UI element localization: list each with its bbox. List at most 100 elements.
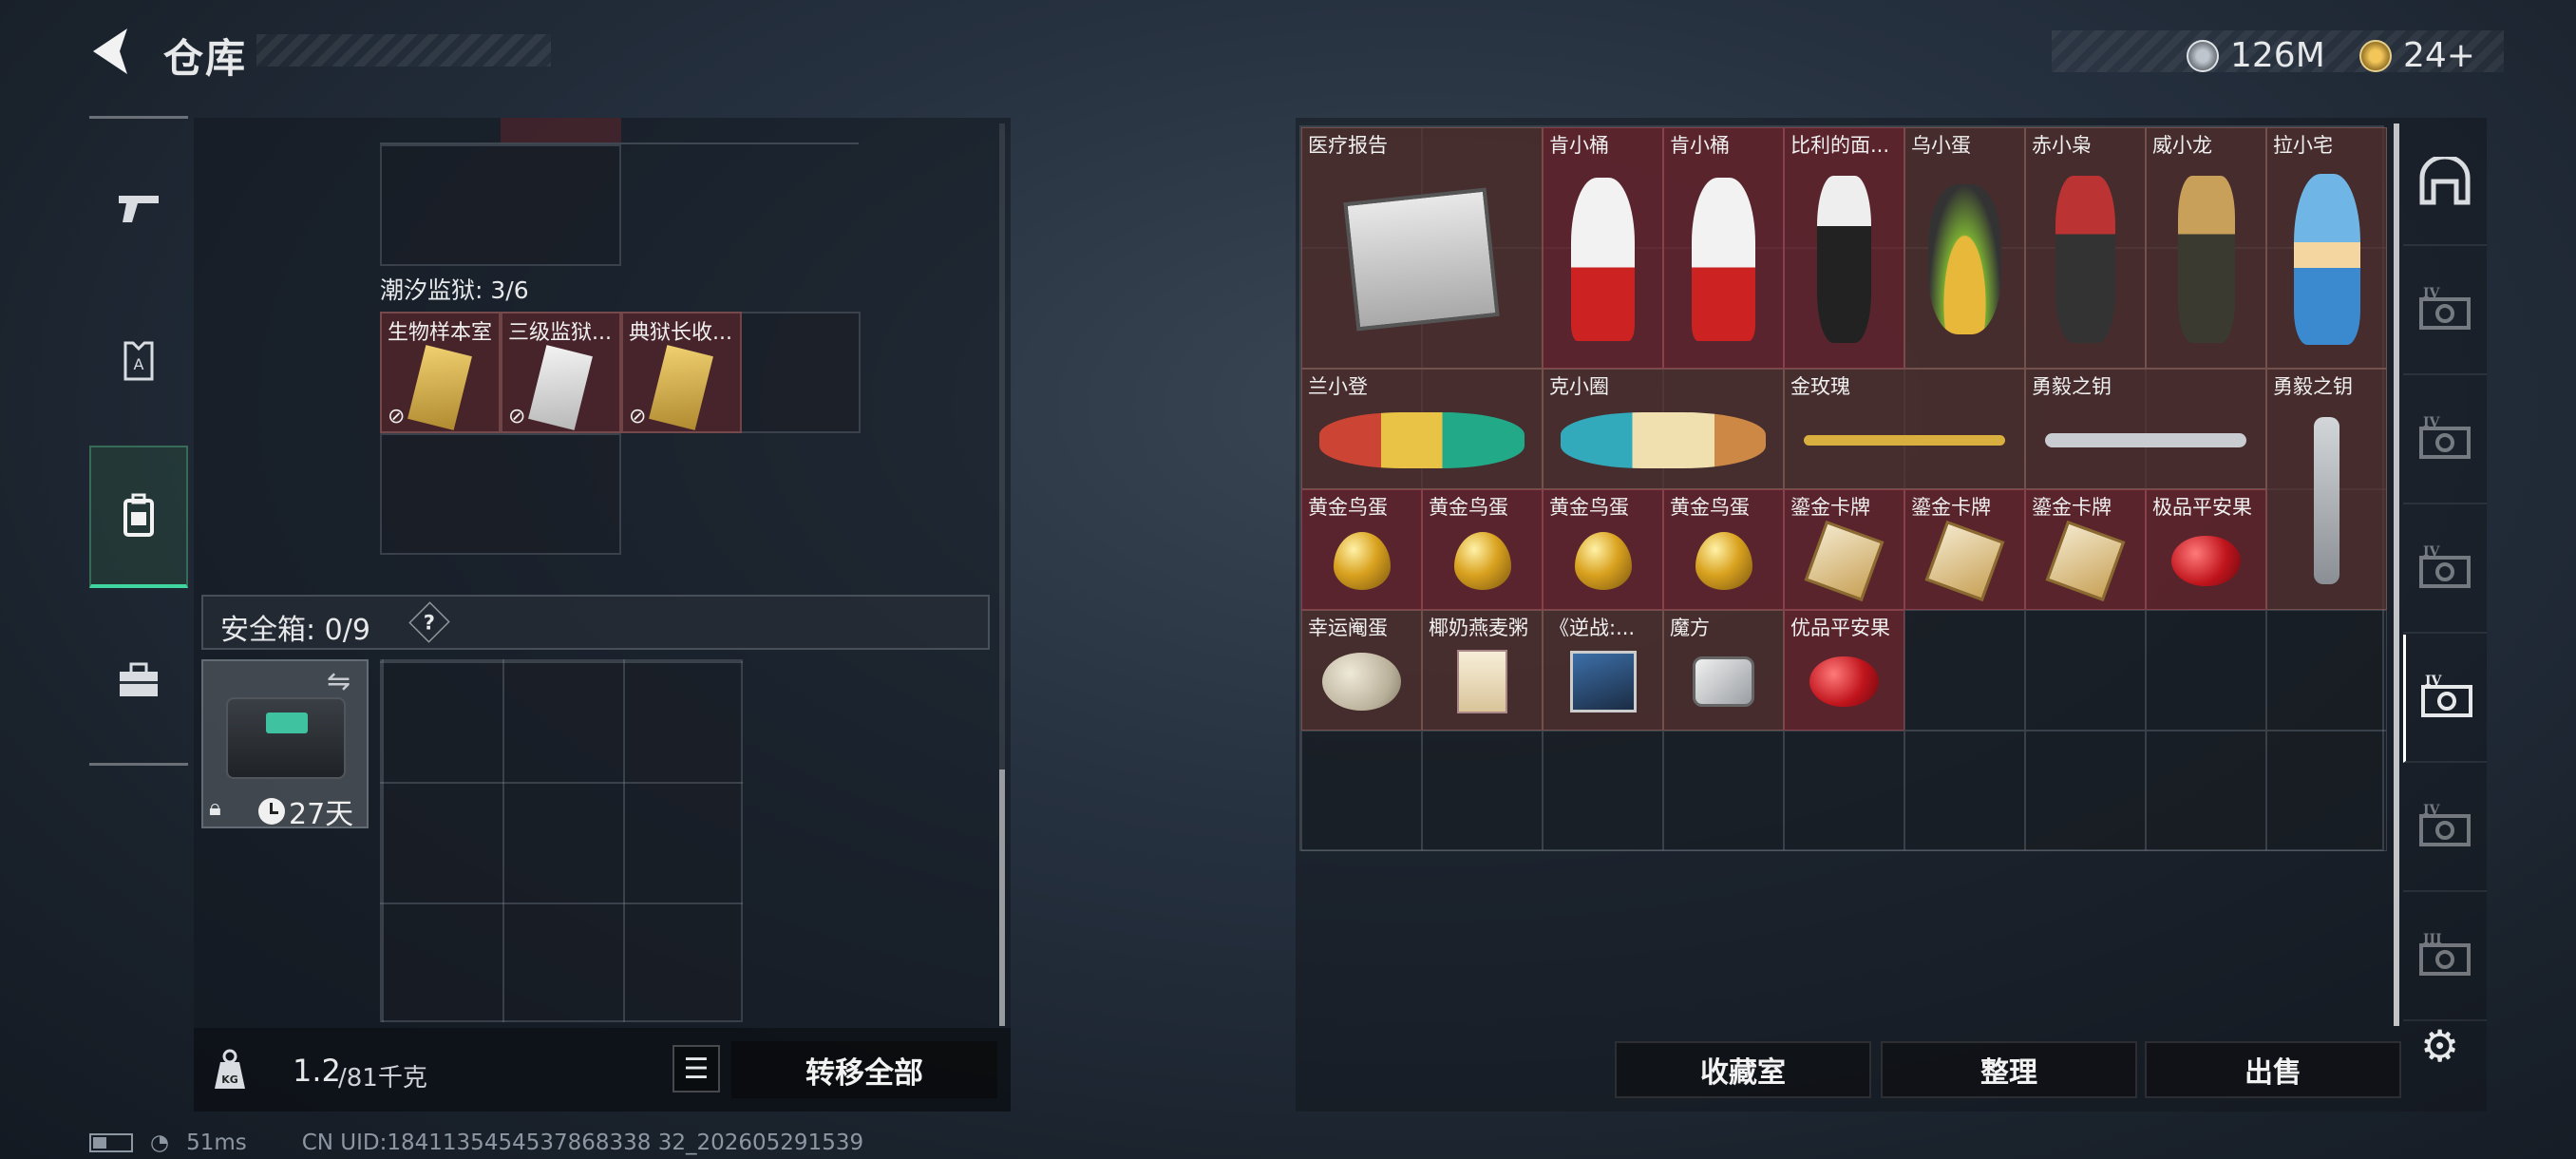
grid-slot[interactable] [380,144,621,266]
page-title: 仓库 [163,35,248,82]
nav-tools[interactable] [89,609,188,751]
storage-item[interactable]: 黄金鸟蛋 [1663,489,1784,610]
tab-card-tier[interactable]: IV [2403,764,2487,892]
storage-slot[interactable] [2025,731,2146,851]
item-image [1785,517,1904,605]
storage-slot[interactable] [1422,731,1543,851]
storage-item[interactable]: 《逆战:... [1543,610,1663,731]
tab-card-tier[interactable]: IV [2403,635,2487,763]
storage-slot[interactable] [1301,731,1422,851]
svg-text:IV: IV [2423,286,2441,301]
tab-card-tier[interactable]: IV [2403,247,2487,375]
svg-text:IV: IV [2425,674,2443,689]
storage-item[interactable]: 比利的面... [1784,127,1904,369]
back-button[interactable] [85,23,141,80]
storage-item[interactable]: 勇毅之钥 [2266,369,2387,610]
storage-item[interactable]: 鎏金卡牌 [1784,489,1904,610]
storage-slot[interactable] [1543,731,1663,851]
settings-button[interactable]: ⚙ [2420,1020,2459,1072]
storage-slot[interactable] [1904,731,2025,851]
storage-item[interactable]: 克小圈 [1543,369,1784,489]
coin-value: 126M [2230,36,2325,75]
storage-slot[interactable] [1663,731,1784,851]
nav-weapons[interactable] [89,136,188,278]
storage-item[interactable]: 鎏金卡牌 [2025,489,2146,610]
svg-text:IV: IV [2423,803,2441,818]
safe-box-header: 安全箱: 0/9 ? [201,595,990,650]
no-trade-icon: ⊘ [388,405,406,428]
scrollbar-thumb[interactable] [999,770,1005,1026]
keycard-item[interactable]: 生物样本室 ⊘ [380,312,501,433]
storage-item[interactable]: 赤小枭 [2025,127,2146,369]
ping-text: 51ms [186,1130,247,1155]
storage-slot[interactable] [2025,610,2146,731]
nav-backpack[interactable] [89,446,188,588]
top-row-partial [380,118,859,144]
storage-slot[interactable] [2266,731,2387,851]
triangle-coin-icon [2359,39,2392,72]
storage-item[interactable]: 兰小登 [1301,369,1543,489]
storage-item[interactable]: 威小龙 [2146,127,2266,369]
storage-item[interactable]: 勇毅之钥 [2025,369,2266,489]
swap-icon[interactable]: ⇋ [327,665,350,698]
storage-item[interactable]: 医疗报告 [1301,127,1543,369]
status-bar: ◔ 51ms CN UID:1841135454537868338 32_202… [89,1130,863,1155]
sell-button[interactable]: 出售 [2145,1041,2401,1098]
tab-shelter[interactable] [2403,118,2487,246]
item-image [1785,155,1904,364]
storage-item[interactable]: 拉小宅 [2266,127,2387,369]
storage-item[interactable]: 幸运阉蛋 [1301,610,1422,731]
grid-slot[interactable] [380,433,621,555]
keycard-item[interactable]: 三级监狱... ⊘ [501,312,621,433]
keycard-image [649,345,713,430]
storage-item[interactable]: 黄金鸟蛋 [1543,489,1663,610]
storage-item[interactable]: 鎏金卡牌 [1904,489,2025,610]
item-image [1664,155,1783,364]
storage-slot[interactable] [2146,731,2266,851]
storage-item[interactable]: 金玫瑰 [1784,369,2025,489]
safe-box-grid[interactable] [380,659,743,1022]
storage-scrollbar[interactable] [2394,124,2399,1026]
item-image [1302,396,1542,484]
storage-scrollbar-thumb[interactable] [2394,124,2399,1026]
storage-item[interactable]: 椰奶燕麦粥 [1422,610,1543,731]
backpack-footer: KG 1.2 /81千克 ☰ 转移全部 [194,1028,1011,1112]
transfer-all-button[interactable]: 转移全部 [731,1041,997,1098]
storage-item[interactable]: 黄金鸟蛋 [1301,489,1422,610]
card-tier-4-icon: IV [2420,674,2472,717]
sort-button[interactable]: 整理 [1881,1041,2137,1098]
keycard-item[interactable]: 典狱长收... ⊘ [621,312,742,433]
list-view-button[interactable]: ☰ [672,1045,720,1092]
storage-slot[interactable] [2146,610,2266,731]
storage-slot[interactable] [2266,610,2387,731]
storage-item[interactable]: 极品平安果 [2146,489,2266,610]
safe-box-slot[interactable]: ⇋ 🔒︎ 27天 [201,659,369,831]
tab-card-tier[interactable]: IV [2403,505,2487,634]
storage-item[interactable]: 乌小蛋 [1904,127,2025,369]
item-image [2147,517,2265,605]
card-tier-4-icon: IV [2419,415,2471,459]
list-icon: ☰ [683,1052,710,1086]
triangle-coin-value: 24+ [2403,36,2475,75]
tab-card-tier[interactable]: IV [2403,376,2487,504]
item-image [2026,396,2265,484]
storage-item[interactable]: 肯小桶 [1663,127,1784,369]
nav-armor[interactable]: A [89,290,188,432]
storage-item[interactable]: 黄金鸟蛋 [1422,489,1543,610]
uid-text: CN UID:1841135454537868338 32_2026052915… [301,1130,864,1155]
card-tier-4-icon: IV [2419,286,2471,330]
lock-icon: 🔒︎ [209,794,221,821]
no-trade-icon: ⊘ [508,405,526,428]
storage-item[interactable]: 魔方 [1663,610,1784,731]
svg-text:III: III [2423,932,2442,947]
help-button[interactable]: ? [408,601,450,643]
tab-card-tier[interactable]: III [2403,893,2487,1021]
item-image [1664,517,1783,605]
storage-item[interactable]: 肯小桶 [1543,127,1663,369]
storage-slot[interactable] [1904,610,2025,731]
collection-room-button[interactable]: 收藏室 [1615,1041,1871,1098]
storage-slot[interactable] [1784,731,1904,851]
item-image [1544,396,1783,484]
storage-item[interactable]: 优品平安果 [1784,610,1904,731]
card-tier-4-icon: IV [2419,544,2471,588]
